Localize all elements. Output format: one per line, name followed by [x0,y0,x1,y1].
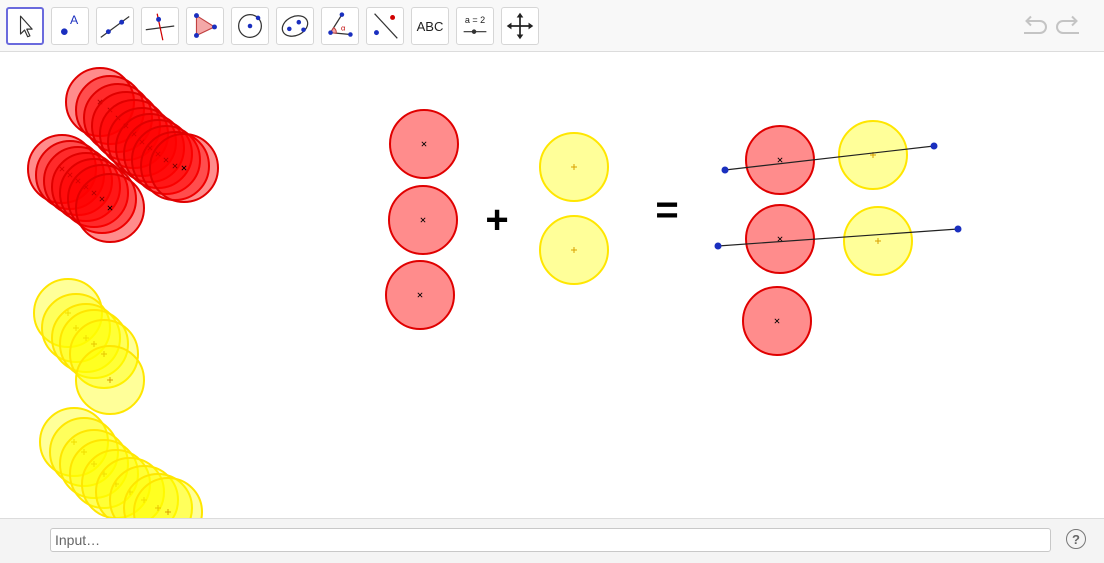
svg-text:α: α [341,24,346,33]
toolbar: A α ABC a = 2 [0,0,1104,52]
line-through-points-icon [100,16,130,38]
segment-endpoint[interactable] [721,166,729,174]
arrow-cursor-icon [19,15,33,38]
svg-text:A: A [70,13,79,27]
graphics-view[interactable]: + = [0,52,1104,518]
redo-icon [1056,15,1079,34]
reflect-tool-button[interactable] [366,7,404,45]
red-circle-addend[interactable] [389,109,459,179]
perpendicular-line-icon [145,13,175,41]
slider-icon: a = 2 [463,15,487,34]
yellow-circle-addend[interactable] [539,132,609,202]
circles-layer [27,67,913,518]
graphics-svg[interactable]: + = [0,52,1104,518]
red-circle-result[interactable] [745,204,815,274]
perpendicular-line-tool-button[interactable] [141,7,179,45]
slider-tool-button[interactable]: a = 2 [456,7,494,45]
polygon-tool-button[interactable] [186,7,224,45]
angle-icon: α [328,12,353,37]
red-circle-scattered[interactable] [75,173,145,243]
red-circle-addend[interactable] [385,260,455,330]
point-icon: A [61,13,79,35]
move-arrows-icon [506,12,534,40]
yellow-circle-result[interactable] [843,206,913,276]
yellow-circle-scattered[interactable] [75,345,145,415]
point-tool-button[interactable]: A [51,7,89,45]
text-tool-button[interactable]: ABC [411,7,449,45]
yellow-circle-result[interactable] [838,120,908,190]
plus-symbol: + [485,198,508,242]
help-icon[interactable]: ? [1066,529,1086,549]
equals-symbol: = [655,188,678,232]
segment-endpoint[interactable] [714,242,722,250]
input-field[interactable] [50,528,1051,552]
ellipse-icon [281,15,309,37]
red-circle-result[interactable] [745,125,815,195]
angle-tool-button[interactable]: α [321,7,359,45]
input-bar: ? [0,518,1104,563]
line-tool-button[interactable] [96,7,134,45]
move-graphics-view-button[interactable] [501,7,539,45]
undo-icon [1024,15,1047,34]
move-tool-button[interactable] [6,7,44,45]
conic-tool-button[interactable] [276,7,314,45]
segment-endpoint[interactable] [930,142,938,150]
slider-tool-label: a = 2 [465,15,485,25]
polygon-icon [194,13,217,38]
red-circle-addend[interactable] [388,185,458,255]
red-circle-scattered[interactable] [149,133,219,203]
reflect-about-line-icon [374,13,398,39]
circle-center-point-icon [238,14,262,38]
red-circle-result[interactable] [742,286,812,356]
redo-button[interactable] [1055,12,1085,40]
undo-button[interactable] [1018,12,1048,40]
yellow-circle-addend[interactable] [539,215,609,285]
circle-tool-button[interactable] [231,7,269,45]
segment-endpoint[interactable] [954,225,962,233]
text-tool-label: ABC [416,18,444,34]
